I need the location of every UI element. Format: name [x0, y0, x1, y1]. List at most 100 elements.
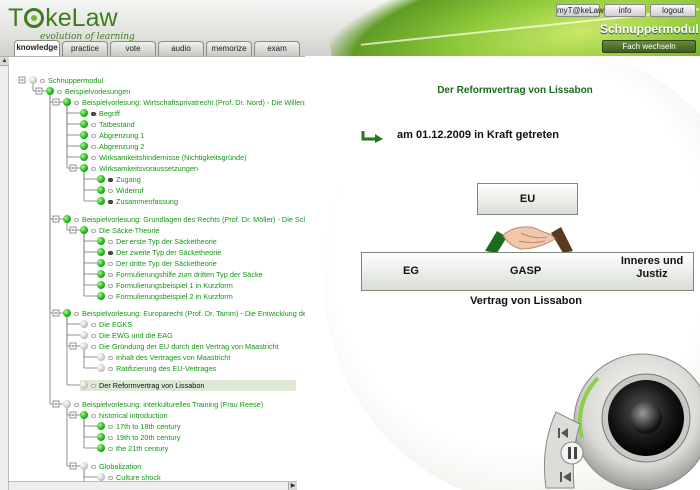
- status-dot-icon: [97, 422, 105, 430]
- tree-item-label: Abgrenzung 1: [99, 131, 145, 140]
- tree-item[interactable]: Ratifizierung des EU-Vertrages: [97, 363, 216, 374]
- tree-item[interactable]: historical introduction: [80, 410, 168, 421]
- tree-item[interactable]: Abgrenzung 2: [80, 141, 144, 152]
- tree-item[interactable]: Formulierungshilfe zum dritten Typ der S…: [97, 269, 263, 280]
- vertical-scrollbar[interactable]: ▲: [0, 57, 9, 490]
- tree-item-label: Zugang: [116, 175, 141, 184]
- comment-icon: [108, 425, 113, 429]
- tree-item[interactable]: Formulierungsbeispiel 1 in Kurzform: [97, 280, 233, 291]
- tree-item[interactable]: Beispielvorlesungen: [46, 86, 130, 97]
- change-subject-button[interactable]: Fach wechseln: [602, 40, 696, 53]
- status-dot-icon: [63, 400, 71, 408]
- comment-icon: [91, 112, 96, 116]
- scroll-up-arrow-icon[interactable]: ▲: [0, 57, 9, 66]
- tree-item-label: Ratifizierung des EU-Vertrages: [116, 364, 217, 373]
- status-dot-icon: [63, 98, 71, 106]
- comment-icon: [91, 323, 96, 327]
- status-dot-icon: [97, 186, 105, 194]
- tree-item[interactable]: Inhalt des Vertrages von Maastricht: [97, 352, 230, 363]
- tree-item[interactable]: Der dritte Typ der Säcketheorie: [97, 258, 217, 269]
- box-title: Schnuppermodul: [600, 22, 699, 36]
- tree-item-label: Inhalt des Vertrages von Maastricht: [116, 353, 231, 362]
- mytakelaw-link[interactable]: myT@keLaw: [556, 4, 604, 17]
- tree-item[interactable]: Die EGKS: [80, 319, 132, 330]
- status-dot-icon: [97, 444, 105, 452]
- tree-item[interactable]: Zusammenfassung: [97, 196, 178, 207]
- tree-item-label: Abgrenzung 2: [99, 142, 145, 151]
- tree-item[interactable]: Zugang: [97, 174, 141, 185]
- audio-player: [543, 353, 700, 490]
- status-dot-icon: [29, 76, 37, 84]
- comment-icon: [74, 101, 79, 105]
- status-dot-icon: [97, 175, 105, 183]
- tree-item[interactable]: Wirksamkeitshindernisse (Nichtigkeitsgrü…: [80, 152, 247, 163]
- comment-icon: [108, 251, 113, 255]
- status-dot-icon: [97, 364, 105, 372]
- comment-icon: [91, 134, 96, 138]
- tab-exam[interactable]: exam: [254, 41, 300, 56]
- tree-item[interactable]: Die EWG und die EAG: [80, 330, 173, 341]
- status-dot-icon: [80, 381, 88, 389]
- navigation-tree-panel: Schnuppermodul Beispielvorlesungen Beispie…: [0, 56, 305, 490]
- bent-arrow-icon: [361, 131, 383, 143]
- tree-item-label: Der Reformvertrag von Lissabon: [99, 381, 205, 390]
- tree-item-label: Globalization: [99, 462, 142, 471]
- tree-item[interactable]: Die Säcke-Theorie: [80, 225, 159, 236]
- tree-item[interactable]: Der zweite Typ der Säcketheorie: [97, 247, 221, 258]
- tree-item-label: 17th to 18th century: [116, 422, 181, 431]
- tree-item[interactable]: Widerruf: [97, 185, 144, 196]
- pause-icon[interactable]: [560, 441, 584, 465]
- tree-item[interactable]: 19th to 20th century: [97, 432, 181, 443]
- tree-item-label: Der zweite Typ der Säcketheorie: [116, 248, 222, 257]
- tree-item[interactable]: 17th to 18th century: [97, 421, 181, 432]
- logout-link[interactable]: logout: [650, 4, 696, 17]
- comment-icon: [108, 476, 113, 480]
- status-dot-icon: [97, 353, 105, 361]
- scroll-right-arrow-icon[interactable]: ▶: [288, 482, 297, 490]
- tab-practice[interactable]: practice: [62, 41, 108, 56]
- tab-audio[interactable]: audio: [158, 41, 204, 56]
- horizontal-scrollbar[interactable]: ▶: [9, 481, 297, 490]
- player-controls: [543, 411, 584, 489]
- tree-item[interactable]: Wirksamkeitsvoraussetzungen: [80, 163, 198, 174]
- status-dot-icon: [97, 281, 105, 289]
- tree-item-label: the 21th century: [116, 444, 169, 453]
- comment-icon: [108, 436, 113, 440]
- tab-memorize[interactable]: memorize: [206, 41, 252, 56]
- tree-item[interactable]: Begriff: [80, 108, 120, 119]
- pillar-eg: EG: [403, 265, 419, 277]
- tab-vote[interactable]: vote: [110, 41, 156, 56]
- status-dot-icon: [97, 473, 105, 481]
- info-link[interactable]: info: [604, 4, 646, 17]
- tree-item[interactable]: Beispielvorlesung: interkulturelles Trai…: [63, 399, 263, 410]
- tree-item-label: Beispielvorlesung: Grundlagen des Rechts…: [82, 215, 305, 224]
- comment-icon: [108, 356, 113, 360]
- tree-item-label: Der dritte Typ der Säcketheorie: [116, 259, 217, 268]
- tree-item[interactable]: the 21th century: [97, 443, 168, 454]
- tree-item-label: 19th to 20th century: [116, 433, 181, 442]
- tree-item-label: Der erste Typ der Säcketheorie: [116, 237, 217, 246]
- status-dot-icon: [97, 292, 105, 300]
- tree-item[interactable]: Formulierungsbeispiel 2 in Kurzform: [97, 291, 233, 302]
- tree-item[interactable]: Der erste Typ der Säcketheorie: [97, 236, 217, 247]
- slide-content-area: Der Reformvertrag von Lissabon am 01.12.…: [305, 56, 700, 490]
- slide-bullet-text: am 01.12.2009 in Kraft getreten: [397, 129, 560, 141]
- status-dot-icon: [97, 433, 105, 441]
- tree-item[interactable]: Beispielvorlesung: Grundlagen des Rechts…: [63, 214, 305, 225]
- comment-icon: [108, 273, 113, 277]
- status-dot-icon: [63, 309, 71, 317]
- tree-item[interactable]: Abgrenzung 1: [80, 130, 144, 141]
- tree-item[interactable]: Die Gründung der EU durch den Vertrag vo…: [80, 341, 279, 352]
- tree-item[interactable]: Tatbestand: [80, 119, 135, 130]
- comment-icon: [91, 334, 96, 338]
- tree-item[interactable]: Beispielvorlesung: Wirtschaftsprivatrech…: [63, 97, 305, 108]
- logo-ring-icon: [24, 8, 45, 28]
- comment-icon: [91, 123, 96, 127]
- tree-item-label: Wirksamkeitshindernisse (Nichtigkeitsgrü…: [99, 153, 247, 162]
- tree-item[interactable]: Schnuppermodul: [29, 75, 103, 86]
- tree-item-label: Formulierungshilfe zum dritten Typ der S…: [116, 270, 263, 279]
- tree-item[interactable]: Der Reformvertrag von Lissabon: [80, 380, 296, 391]
- tab-knowledge[interactable]: knowledge: [14, 40, 60, 56]
- tree-item[interactable]: Globalization: [80, 461, 141, 472]
- tree-item[interactable]: Beispielvorlesung: Europarecht (Prof. Dr…: [63, 308, 305, 319]
